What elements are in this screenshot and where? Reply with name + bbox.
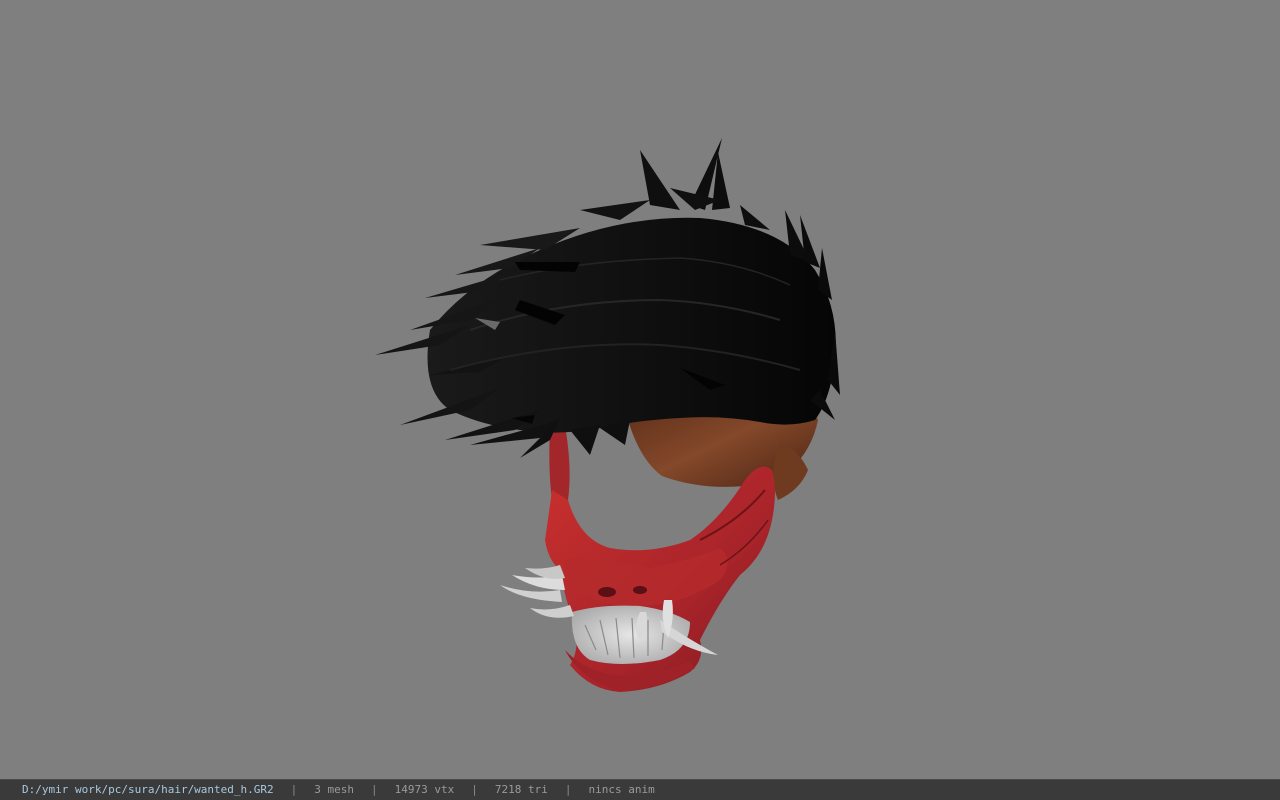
model-render bbox=[375, 138, 840, 692]
spiky-hair bbox=[375, 138, 840, 458]
vertex-count: 14973 vtx bbox=[394, 783, 455, 796]
separator: | bbox=[290, 783, 298, 796]
status-bar: D:/ymir work/pc/sura/hair/wanted_h.GR2 |… bbox=[0, 779, 1280, 800]
separator: | bbox=[471, 783, 478, 796]
triangle-count: 7218 tri bbox=[494, 783, 548, 796]
separator: | bbox=[564, 783, 572, 796]
file-path: D:/ymir work/pc/sura/hair/wanted_h.GR2 bbox=[22, 783, 274, 796]
model-viewport[interactable] bbox=[0, 0, 1280, 779]
mesh-count: 3 mesh bbox=[314, 783, 355, 796]
animation-status: nincs anim bbox=[588, 783, 655, 796]
separator: | bbox=[371, 783, 378, 796]
